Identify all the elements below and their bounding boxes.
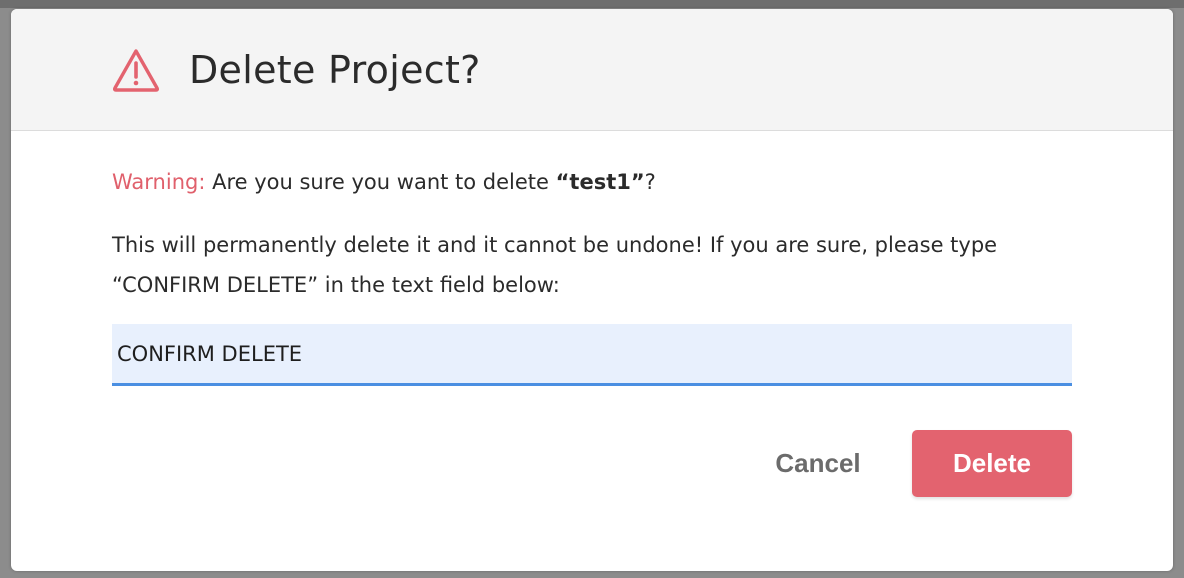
project-name: “test1” — [555, 170, 645, 194]
delete-button[interactable]: Delete — [912, 430, 1072, 497]
warning-text-after: ? — [644, 170, 656, 194]
backdrop-top-bar — [0, 0, 1184, 8]
delete-project-dialog: Delete Project? Warning: Are you sure yo… — [11, 9, 1173, 571]
dialog-header: Delete Project? — [11, 9, 1173, 131]
dialog-title: Delete Project? — [189, 48, 481, 92]
cancel-button[interactable]: Cancel — [751, 430, 885, 496]
confirmation-instructions: This will permanently delete it and it c… — [112, 233, 998, 297]
warning-triangle-icon — [112, 49, 160, 92]
confirm-delete-input[interactable] — [112, 324, 1072, 386]
warning-message: Warning: Are you sure you want to delete… — [112, 167, 656, 197]
warning-label: Warning: — [112, 170, 206, 194]
warning-text-before: Are you sure you want to delete — [205, 170, 556, 194]
